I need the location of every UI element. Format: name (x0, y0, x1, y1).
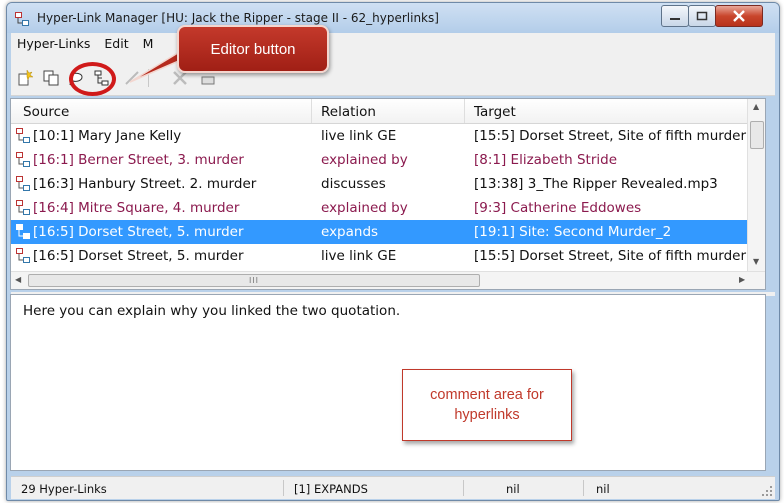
minimize-button[interactable] (661, 5, 689, 27)
list-header: Source Relation Target (11, 99, 748, 124)
scroll-left-arrow-icon[interactable]: ◀ (15, 275, 21, 284)
unlink-icon[interactable] (123, 69, 141, 87)
new-link-icon[interactable] (17, 69, 35, 87)
scroll-right-arrow-icon[interactable]: ▶ (739, 275, 745, 284)
comment-text[interactable]: Here you can explain why you linked the … (23, 303, 400, 319)
column-divider[interactable] (464, 99, 465, 123)
menu-bar: Hyper-Links Edit M (11, 33, 775, 53)
hyperlink-list: Source Relation Target [10:1] Mary Jane … (10, 98, 766, 290)
column-header-source[interactable]: Source (23, 104, 69, 120)
status-separator (283, 480, 284, 496)
row-source: [16:5] Dorset Street, 5. murder (33, 224, 244, 240)
row-target: [8:1] Elizabeth Stride (474, 152, 617, 168)
toolbar-separator (148, 69, 149, 87)
copy-icon[interactable] (42, 69, 60, 87)
row-target: [15:5] Dorset Street, Site of fifth murd… (474, 128, 746, 144)
table-row[interactable]: [16:5] Dorset Street, 5. murder expands [1… (11, 220, 748, 244)
title-bar[interactable]: Hyper-Link Manager [HU: Jack the Ripper … (7, 3, 779, 33)
list-rows: [10:1] Mary Jane Kelly live link GE [15:5]… (11, 124, 748, 289)
comment-area-callout: comment area for hyperlinks (402, 369, 572, 441)
row-target: [19:1] Site: Second Murder_2 (474, 224, 672, 240)
row-source: [16:1] Berner Street, 3. murder (33, 152, 244, 168)
status-relation: [1] EXPANDS (294, 482, 368, 496)
editor-callout-label: Editor button (210, 40, 296, 58)
table-row[interactable]: [16:3] Hanbury Street. 2. murder discusse… (11, 172, 748, 196)
column-divider[interactable] (311, 99, 312, 123)
minimize-icon (670, 18, 680, 20)
status-link-count: 29 Hyper-Links (21, 482, 107, 496)
scroll-grip: III (248, 276, 260, 285)
table-row[interactable]: [16:5] Dorset Street, 5. murder live link… (11, 244, 748, 268)
toolbar (11, 53, 775, 96)
hyperlink-row-icon (16, 128, 30, 143)
hyperlink-row-icon (16, 248, 30, 263)
menu-m[interactable]: M (141, 36, 156, 51)
row-source: [10:1] Mary Jane Kelly (33, 128, 182, 144)
table-row[interactable]: [16:1] Berner Street, 3. murder explained… (11, 148, 748, 172)
row-source: [16:5] Dorset Street, 5. murder (33, 248, 244, 264)
menu-hyper-links[interactable]: Hyper-Links (15, 36, 92, 51)
table-row[interactable]: [16:4] Mitre Square, 4. murder explained … (11, 196, 748, 220)
scroll-up-arrow-icon[interactable]: ▲ (753, 102, 759, 111)
row-relation: live link GE (321, 248, 397, 264)
editor-button-highlight (69, 62, 116, 96)
vertical-scrollbar[interactable]: ▲ ▼ (747, 99, 765, 272)
row-source: [16:4] Mitre Square, 4. murder (33, 200, 240, 216)
row-target: [15:5] Dorset Street, Site of fifth murd… (474, 248, 746, 264)
row-target: [13:38] 3_The Ripper Revealed.mp3 (474, 176, 718, 192)
column-header-target[interactable]: Target (474, 104, 516, 120)
status-separator (463, 480, 464, 496)
row-relation: expands (321, 224, 379, 240)
hyperlink-row-icon (16, 224, 30, 239)
close-button[interactable] (715, 5, 763, 27)
horizontal-scroll-thumb[interactable]: III (28, 274, 480, 287)
status-field-4: nil (596, 482, 610, 496)
maximize-icon (696, 11, 708, 21)
status-separator (583, 480, 584, 496)
status-bar: 29 Hyper-Links [1] EXPANDS nil nil (11, 476, 775, 499)
scroll-down-arrow-icon[interactable]: ▼ (753, 257, 759, 266)
menu-edit[interactable]: Edit (102, 36, 130, 51)
row-source: [16:3] Hanbury Street. 2. murder (33, 176, 257, 192)
hyperlink-app-icon (15, 12, 29, 26)
status-field-3: nil (506, 482, 520, 496)
editor-button-callout: Editor button (177, 25, 329, 73)
close-icon (733, 10, 745, 22)
row-relation: live link GE (321, 128, 397, 144)
vertical-scroll-thumb[interactable] (750, 121, 764, 149)
maximize-button[interactable] (688, 5, 716, 27)
window-title: Hyper-Link Manager [HU: Jack the Ripper … (37, 11, 439, 25)
comment-area[interactable]: Here you can explain why you linked the … (10, 294, 766, 471)
row-relation: explained by (321, 152, 408, 168)
row-target: [9:3] Catherine Eddowes (474, 200, 642, 216)
horizontal-scrollbar[interactable]: ◀ III ▶ (11, 271, 765, 289)
resize-grip-icon[interactable] (761, 485, 773, 497)
hyperlink-row-icon (16, 152, 30, 167)
row-relation: explained by (321, 200, 408, 216)
hyperlink-row-icon (16, 176, 30, 191)
table-row[interactable]: [10:1] Mary Jane Kelly live link GE [15:5]… (11, 124, 748, 148)
row-relation: discusses (321, 176, 386, 192)
column-header-relation[interactable]: Relation (321, 104, 376, 120)
comment-callout-label: comment area for hyperlinks (430, 387, 544, 423)
hyperlink-row-icon (16, 200, 30, 215)
